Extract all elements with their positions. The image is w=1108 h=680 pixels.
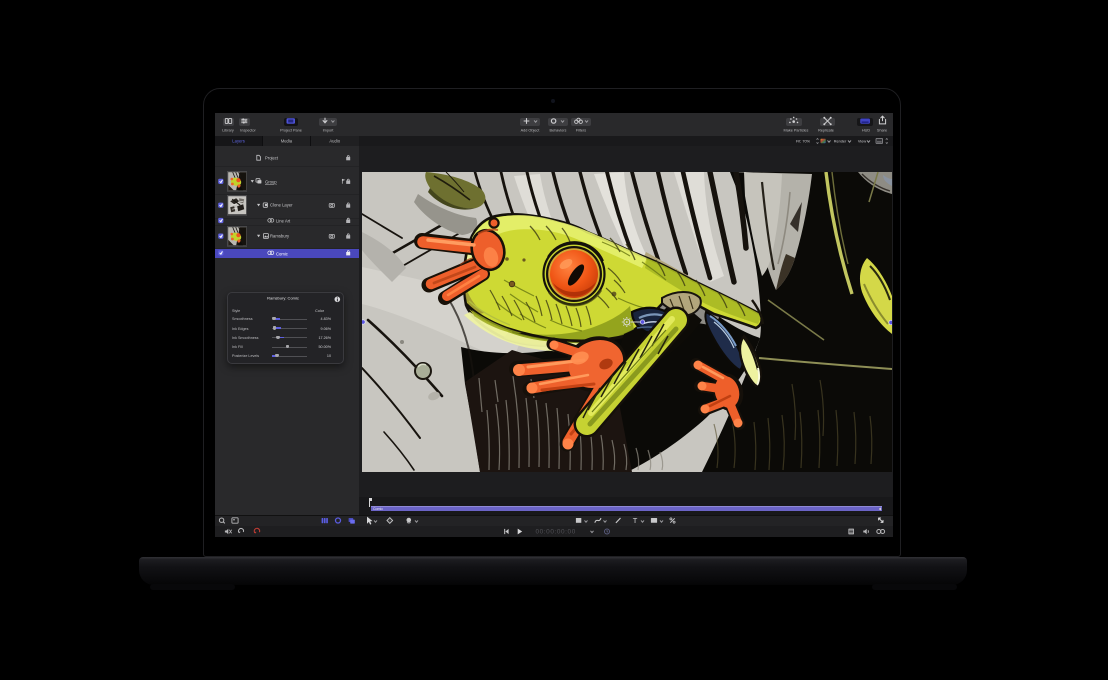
svg-text:00:00:00:00: 00:00:00:00 bbox=[536, 529, 576, 536]
svg-text:T: T bbox=[633, 516, 638, 525]
